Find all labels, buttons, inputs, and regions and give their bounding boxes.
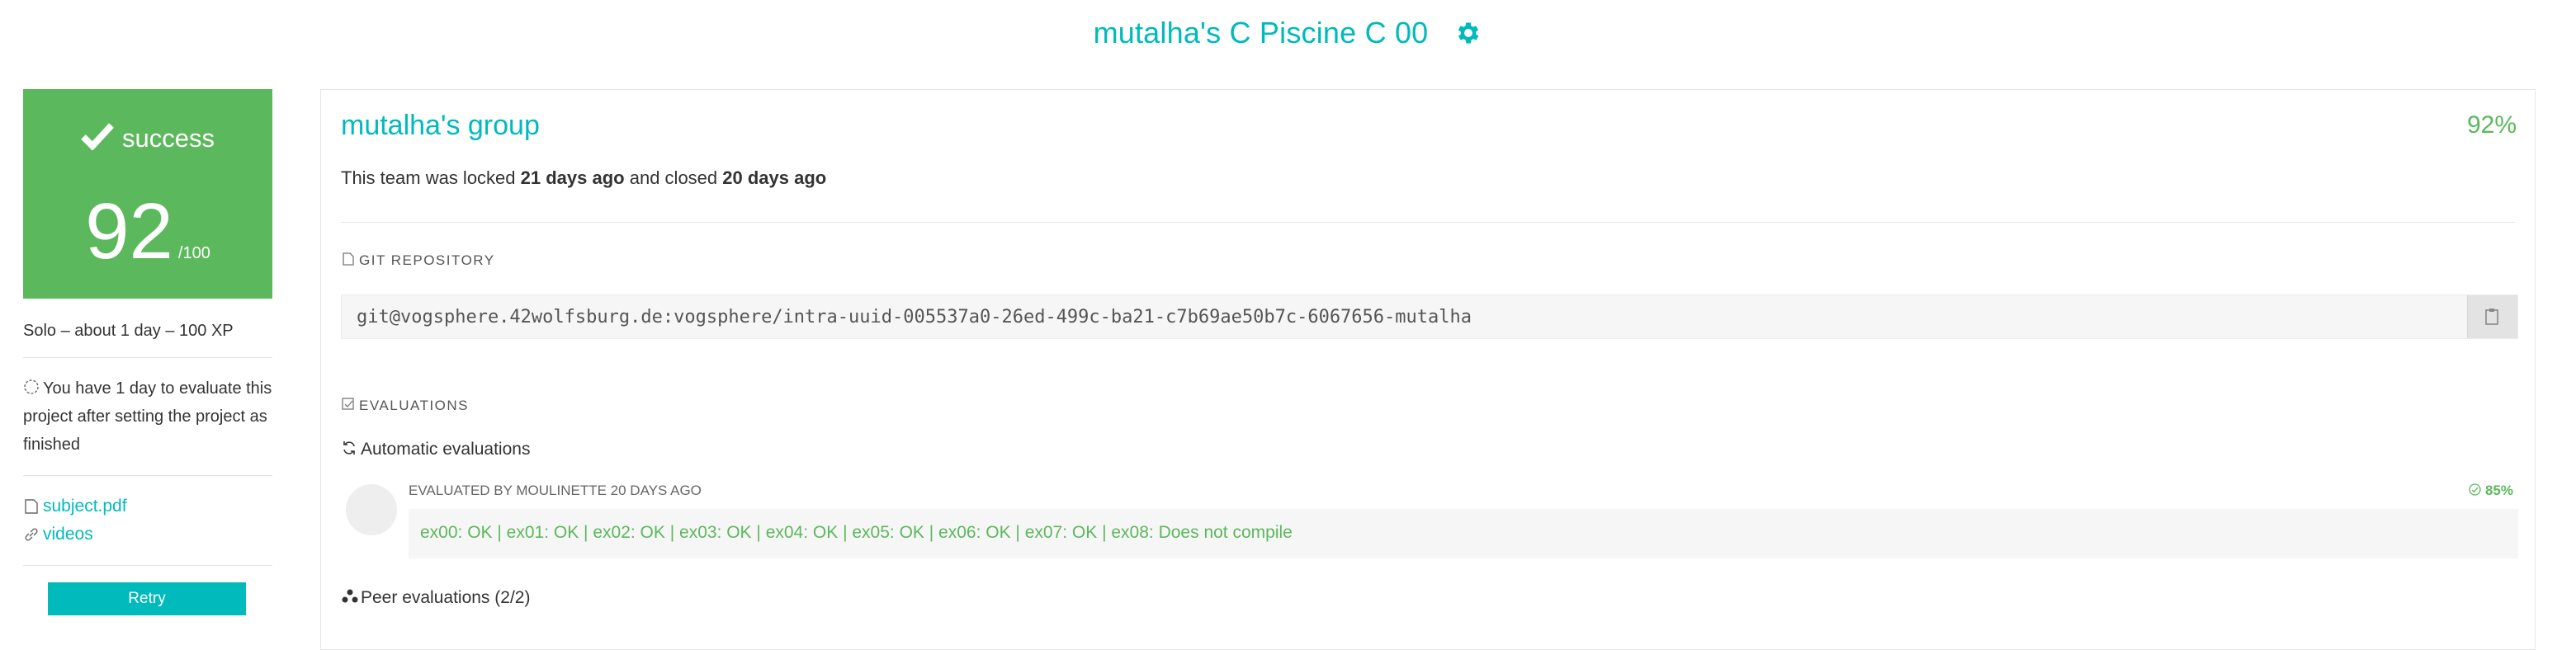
clipboard-icon: [2484, 307, 2502, 331]
divider: [23, 475, 272, 476]
people-icon: [341, 588, 358, 605]
page-header: mutalha's C Piscine C 00: [0, 0, 2576, 66]
score-line: 92/100: [23, 186, 272, 277]
status-box: success 92/100: [23, 89, 272, 299]
locked-when: 21 days ago: [520, 167, 625, 188]
score-max: /100: [177, 244, 210, 262]
closed-when: 20 days ago: [722, 167, 827, 188]
locked-prefix: This team was locked: [341, 167, 516, 188]
project-sidebar: success 92/100 Solo – about 1 day – 100 …: [23, 89, 272, 615]
retry-button[interactable]: Retry: [48, 582, 246, 615]
closed-prefix: and closed: [629, 167, 718, 188]
divider: [23, 565, 272, 566]
file-icon: [341, 252, 356, 266]
git-heading-text: GIT REPOSITORY: [359, 252, 495, 268]
final-score: 92: [85, 187, 173, 276]
team-panel: mutalha's group 92% This team was locked…: [320, 89, 2536, 650]
refresh-icon: [341, 440, 357, 456]
group-name[interactable]: mutalha's group: [341, 110, 540, 142]
team-status-text: This team was locked 21 days ago and clo…: [341, 167, 826, 189]
evaluation-notice: You have 1 day to evaluate this project …: [23, 374, 272, 459]
check-icon: [81, 122, 114, 151]
videos-link[interactable]: videos: [43, 520, 93, 549]
avatar: [346, 484, 397, 535]
evaluator-line: EVALUATED BY MOULINETTE 20 DAYS AGO: [409, 483, 702, 498]
gear-icon[interactable]: [1454, 19, 1482, 47]
check-badge-icon: [2468, 483, 2482, 497]
git-repository-heading: GIT REPOSITORY: [341, 252, 495, 269]
evaluation-percent: 85%: [2468, 483, 2513, 499]
automatic-evaluations-label: Automatic evaluations: [361, 440, 531, 459]
automatic-evaluations-heading: EVALUATIONSAutomatic evaluations: [341, 440, 530, 459]
group-percent: 92%: [2466, 111, 2517, 139]
divider: [341, 222, 2515, 223]
git-url-field[interactable]: git@vogsphere.42wolfsburg.de:vogsphere/i…: [341, 294, 2518, 339]
project-meta: Solo – about 1 day – 100 XP: [23, 322, 234, 340]
evaluations-heading: EVALUATIONS: [341, 397, 469, 414]
page-title: mutalha's C Piscine C 00: [1093, 16, 1429, 49]
file-icon: [23, 498, 40, 515]
checkbox-icon: [341, 397, 356, 412]
divider: [23, 357, 272, 358]
evaluation-percent-text: 85%: [2484, 483, 2513, 498]
copy-button[interactable]: [2467, 295, 2517, 338]
evaluation-notice-text: You have 1 day to evaluate this project …: [23, 379, 272, 454]
link-icon: [23, 526, 40, 543]
peer-evaluations-label: Peer evaluations (2/2): [361, 588, 531, 607]
clock-icon: [23, 376, 40, 394]
link-videos[interactable]: videos: [23, 520, 272, 549]
status-label: success: [122, 124, 215, 153]
subject-pdf-link[interactable]: subject.pdf: [43, 492, 127, 520]
git-url[interactable]: git@vogsphere.42wolfsburg.de:vogsphere/i…: [357, 307, 1472, 327]
evaluations-heading-text: EVALUATIONS: [359, 398, 470, 413]
link-subject[interactable]: subject.pdf: [23, 492, 272, 520]
status-line: success: [23, 122, 272, 153]
peer-evaluations-heading: Peer evaluations (2/2): [341, 588, 530, 608]
evaluation-result: ex00: OK | ex01: OK | ex02: OK | ex03: O…: [409, 509, 2518, 558]
